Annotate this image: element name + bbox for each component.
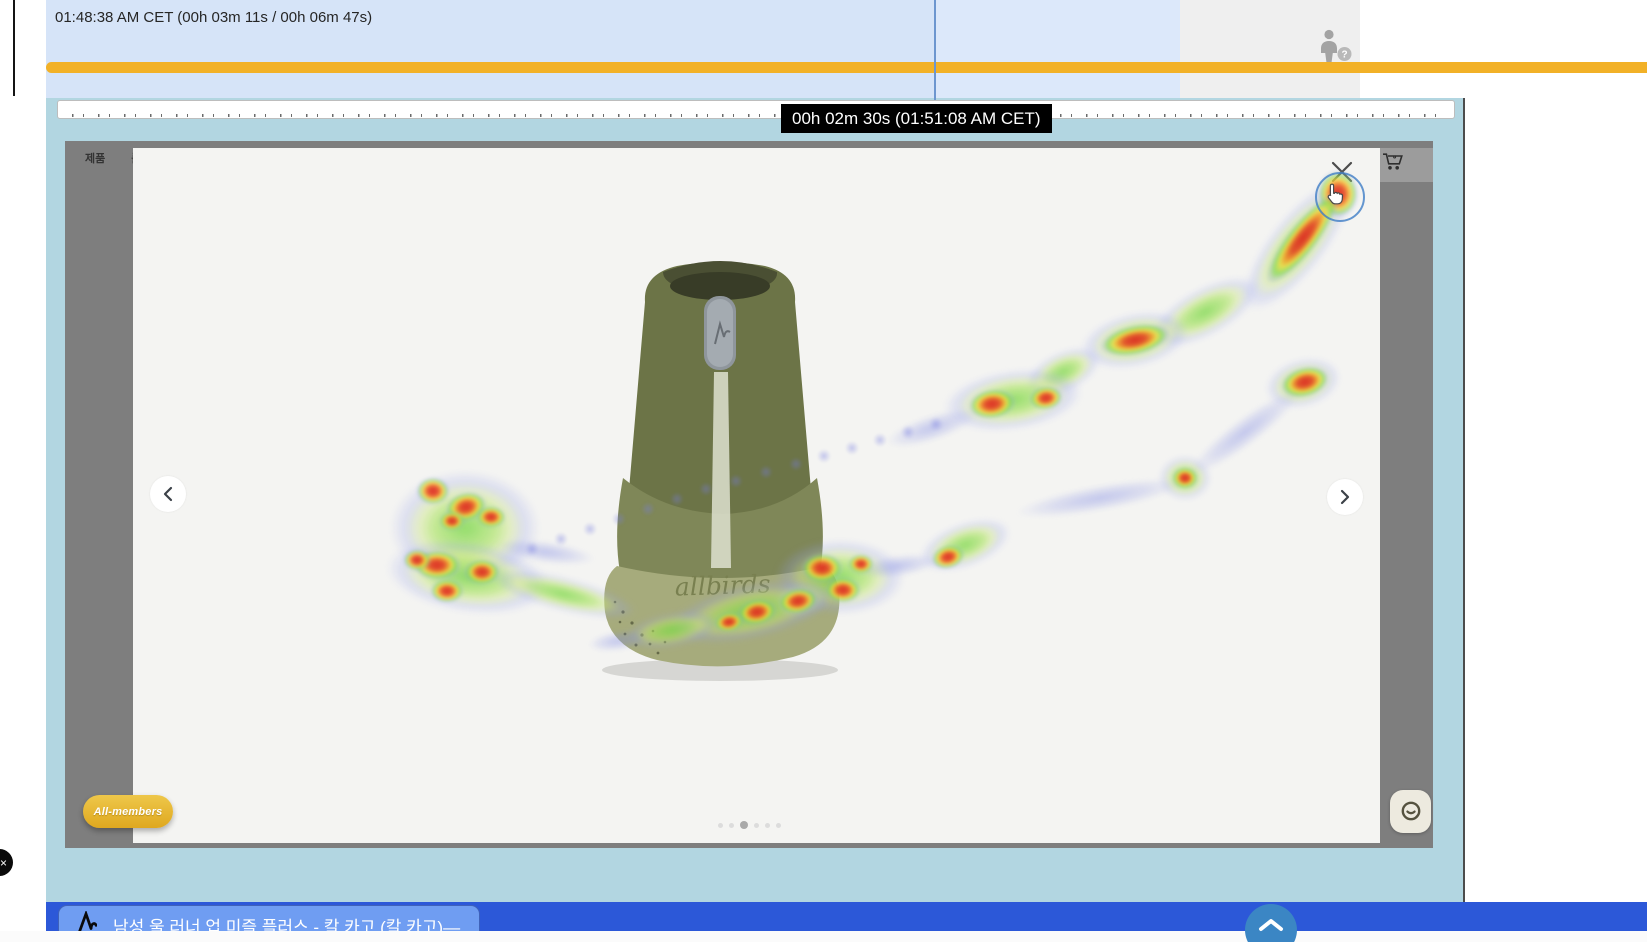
timeline-hover-tooltip: 00h 02m 30s (01:51:08 AM CET) <box>781 104 1052 133</box>
carousel-dot-2[interactable] <box>729 823 734 828</box>
hand-cursor-icon <box>1324 183 1346 212</box>
viewport-right-border <box>1463 98 1465 902</box>
playback-time-label: 01:48:38 AM CET (00h 03m 11s / 00h 06m 4… <box>55 9 372 26</box>
chevron-right-icon <box>1338 488 1352 506</box>
page-tab[interactable]: 남성 울 러너 업 미즐 플러스 - 칼 카고 (칼 카고)— <box>58 905 480 934</box>
carousel-dot-3[interactable] <box>740 821 748 829</box>
page-clipped-header-bar <box>57 100 1455 119</box>
chevron-up-icon <box>1258 918 1284 932</box>
carousel-dot-4[interactable] <box>754 823 759 828</box>
carousel-pagination <box>718 820 798 830</box>
progress-bar[interactable] <box>46 62 1647 73</box>
chat-launcher-button[interactable] <box>1390 790 1431 833</box>
person-icon: ? <box>1316 29 1356 63</box>
left-panel-edge <box>13 0 15 96</box>
carousel-prev-button[interactable] <box>150 476 186 512</box>
bottom-margin-strip <box>0 931 1647 942</box>
carousel-dot-1[interactable] <box>718 823 723 828</box>
edge-collapsed-button[interactable]: × <box>0 849 13 876</box>
nav-item-products[interactable]: 제품 <box>85 150 105 166</box>
cart-button[interactable] <box>1381 150 1405 174</box>
carousel-next-button[interactable] <box>1327 479 1363 515</box>
shoe-brand-script: allbirds <box>674 569 771 601</box>
visitor-marker[interactable]: ? <box>1316 29 1356 63</box>
all-members-badge[interactable]: All-members <box>83 795 173 828</box>
carousel-dot-5[interactable] <box>765 823 770 828</box>
chevron-left-icon <box>161 485 175 503</box>
help-mark: ? <box>1341 50 1347 61</box>
carousel-dot-6[interactable] <box>776 823 781 828</box>
playhead-line[interactable] <box>934 0 936 100</box>
close-glyph: × <box>0 856 7 870</box>
chat-smile-icon <box>1397 798 1425 826</box>
product-image-shoe: allbirds <box>565 250 885 695</box>
cart-icon <box>1381 150 1405 174</box>
timeline-track-after-playhead[interactable] <box>936 0 1180 100</box>
session-replay-screen: 01:48:38 AM CET (00h 03m 11s / 00h 06m 4… <box>0 0 1647 942</box>
